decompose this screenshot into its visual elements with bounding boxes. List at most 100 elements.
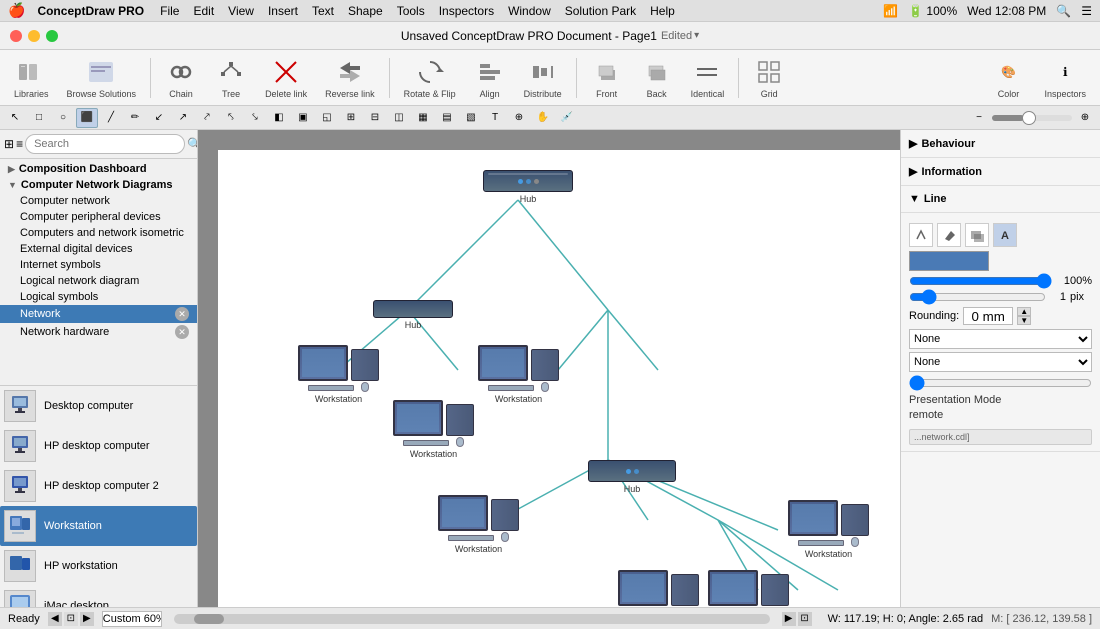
shape7-tool[interactable]: ▦ [412, 108, 434, 128]
arrow-start-select[interactable]: None Arrow Circle [909, 329, 1092, 349]
rect-tool[interactable]: □ [28, 108, 50, 128]
text-tool[interactable]: T [484, 108, 506, 128]
menu-tools[interactable]: Tools [397, 4, 425, 18]
workstation-4[interactable]: Workstation [438, 495, 519, 554]
text-style-button[interactable]: A [993, 223, 1017, 247]
zoom-out-button[interactable]: − [968, 108, 990, 128]
hp-workstation-item[interactable]: HP workstation [0, 546, 197, 586]
color-button[interactable]: 🎨 Color [986, 56, 1030, 99]
reverse-link-button[interactable]: Reverse link [319, 56, 381, 99]
inspectors-button[interactable]: ℹ Inspectors [1038, 56, 1092, 99]
hp-desktop-item[interactable]: HP desktop computer [0, 426, 197, 466]
search-input[interactable] [25, 134, 185, 154]
dropdown-arrow-icon[interactable]: ▾ [694, 30, 699, 41]
conn2-tool[interactable]: ↗ [172, 108, 194, 128]
hub-mid-left[interactable]: Hub [373, 300, 453, 330]
computer-peripheral-item[interactable]: Computer peripheral devices [0, 209, 197, 225]
pen-tool[interactable]: ✏ [124, 108, 146, 128]
chain-button[interactable]: Chain [159, 56, 203, 99]
page-next-button[interactable]: ▶ [80, 612, 94, 626]
shape2-tool[interactable]: ▣ [292, 108, 314, 128]
apple-menu[interactable]: 🍎 [8, 2, 25, 19]
menu-file[interactable]: File [160, 4, 179, 18]
information-toggle[interactable]: ▶ Information [909, 162, 1092, 181]
workstation-2[interactable]: Workstation [478, 345, 559, 404]
search-button[interactable]: 🔍 [187, 134, 198, 154]
computers-isometric-item[interactable]: Computers and network isometric [0, 225, 197, 241]
front-button[interactable]: Front [585, 56, 629, 99]
conn1-tool[interactable]: ↙ [148, 108, 170, 128]
menu-shape[interactable]: Shape [348, 4, 383, 18]
workstation-6[interactable]: Workstation [708, 570, 789, 607]
page-home-button[interactable]: ⊡ [64, 612, 78, 626]
network-hardware-remove-button[interactable]: ✕ [175, 325, 189, 339]
scroll-bar[interactable] [174, 614, 770, 624]
distribute-button[interactable]: Distribute [518, 56, 568, 99]
logical-network-item[interactable]: Logical network diagram [0, 273, 197, 289]
workstation-item[interactable]: Workstation [0, 506, 197, 546]
tree-button[interactable]: Tree [209, 56, 253, 99]
hub-bottom[interactable]: Hub [588, 460, 676, 494]
rotate-flip-button[interactable]: Rotate & Flip [398, 56, 462, 99]
zoom-in-button[interactable]: ⊕ [1074, 108, 1096, 128]
imac-desktop-item[interactable]: iMac desktop [0, 586, 197, 608]
app-name[interactable]: ConceptDraw PRO [37, 4, 144, 18]
workstation-7[interactable]: Workstation [788, 500, 869, 559]
workstation-5[interactable]: Workstation [618, 570, 699, 607]
line-toggle[interactable]: ▼ Line [909, 190, 1092, 208]
scroll-right-button[interactable]: ▶ [782, 612, 796, 626]
align-button[interactable]: Align [468, 56, 512, 99]
menu-solution-park[interactable]: Solution Park [565, 4, 636, 18]
network-item[interactable]: Network ✕ [0, 305, 197, 323]
shape9-tool[interactable]: ▧ [460, 108, 482, 128]
hub-top[interactable]: Hub [483, 170, 573, 204]
canvas-area[interactable]: Hub Hub Hub [198, 130, 900, 607]
scroll-thumb[interactable] [194, 614, 224, 624]
composition-dashboard-item[interactable]: ▶ Composition Dashboard [0, 161, 197, 177]
conn5-tool[interactable]: ⤥ [244, 108, 266, 128]
ellipse-tool[interactable]: ○ [52, 108, 74, 128]
libraries-button[interactable]: Libraries [8, 56, 55, 99]
zoom-input[interactable] [102, 611, 162, 627]
workstation-1[interactable]: Workstation [298, 345, 379, 404]
hp-desktop2-item[interactable]: HP desktop computer 2 [0, 466, 197, 506]
shape1-tool[interactable]: ◧ [268, 108, 290, 128]
line-width-slider[interactable] [909, 293, 1046, 301]
network-remove-button[interactable]: ✕ [175, 307, 189, 321]
menu-insert[interactable]: Insert [268, 4, 298, 18]
close-button[interactable] [10, 30, 22, 42]
line-tool[interactable]: ╱ [100, 108, 122, 128]
pointer-tool[interactable]: ↖ [4, 108, 26, 128]
logical-symbols-item[interactable]: Logical symbols [0, 289, 197, 305]
opacity-slider[interactable] [909, 277, 1052, 285]
list-view-button[interactable]: ≡ [16, 134, 23, 154]
menu-inspectors[interactable]: Inspectors [439, 4, 494, 18]
browse-solutions-button[interactable]: Browse Solutions [61, 56, 143, 99]
grid-button[interactable]: Grid [747, 56, 791, 99]
maximize-button[interactable] [46, 30, 58, 42]
bucket-tool-button[interactable] [937, 223, 961, 247]
extra-slider[interactable] [909, 379, 1092, 387]
line-color-preview[interactable] [909, 251, 989, 271]
menu-edit[interactable]: Edit [193, 4, 214, 18]
menu-window[interactable]: Window [508, 4, 551, 18]
rounding-up-button[interactable]: ▲ [1017, 307, 1031, 316]
back-button[interactable]: Back [635, 56, 679, 99]
search-icon[interactable]: 🔍 [1056, 4, 1071, 18]
shape5-tool[interactable]: ⊟ [364, 108, 386, 128]
shape8-tool[interactable]: ▤ [436, 108, 458, 128]
eyedrop-tool[interactable]: 💉 [556, 108, 578, 128]
computer-network-item[interactable]: Computer network [0, 193, 197, 209]
minimize-button[interactable] [28, 30, 40, 42]
arrow-end-select[interactable]: None Arrow Circle [909, 352, 1092, 372]
grid-view-button[interactable]: ⊞ [4, 134, 14, 154]
menu-text[interactable]: Text [312, 4, 334, 18]
menu-help[interactable]: Help [650, 4, 675, 18]
behaviour-toggle[interactable]: ▶ Behaviour [909, 134, 1092, 153]
rounding-down-button[interactable]: ▼ [1017, 316, 1031, 325]
page-prev-button[interactable]: ◀ [48, 612, 62, 626]
shape6-tool[interactable]: ◫ [388, 108, 410, 128]
fullscreen-button[interactable]: ⊡ [798, 612, 812, 626]
delete-link-button[interactable]: Delete link [259, 56, 313, 99]
internet-symbols-item[interactable]: Internet symbols [0, 257, 197, 273]
